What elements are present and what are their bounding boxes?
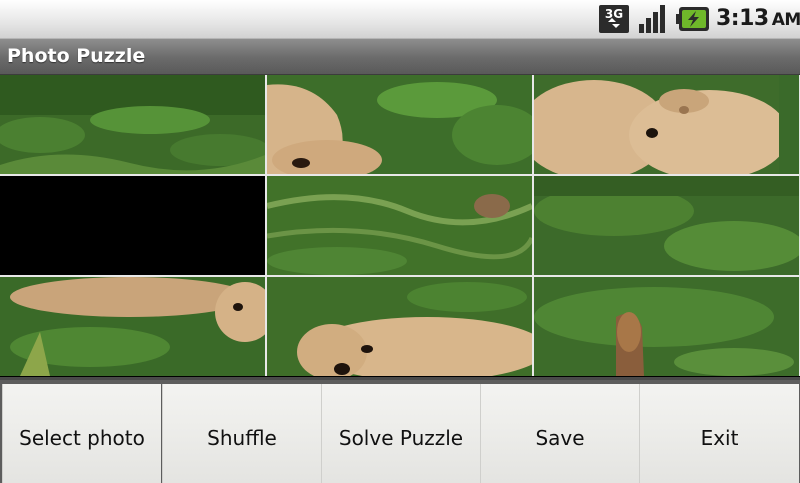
shuffle-button[interactable]: Shuffle <box>162 384 321 483</box>
puzzle-tile[interactable] <box>0 75 265 174</box>
status-bar: 3G 3:13 AM <box>0 0 800 39</box>
puzzle-tile[interactable] <box>0 277 265 376</box>
save-button[interactable]: Save <box>480 384 639 483</box>
select-photo-label: Select photo <box>19 425 145 450</box>
tile-image <box>534 176 799 275</box>
signal-strength-icon <box>639 5 665 33</box>
exit-label: Exit <box>700 425 739 450</box>
solve-puzzle-button[interactable]: Solve Puzzle <box>321 384 480 483</box>
clock-time: 3:13 <box>716 6 769 31</box>
svg-text:3G: 3G <box>605 7 623 21</box>
3g-data-icon: 3G <box>599 5 629 33</box>
puzzle-tile[interactable] <box>267 75 532 174</box>
tile-image <box>0 277 265 376</box>
battery-charging-icon <box>676 7 709 31</box>
puzzle-tile[interactable] <box>267 176 532 275</box>
app-title: Photo Puzzle <box>7 45 146 67</box>
tile-image <box>534 277 799 376</box>
tile-image <box>267 75 532 174</box>
puzzle-empty-slot[interactable] <box>0 176 265 275</box>
clock-ampm: AM <box>771 10 800 30</box>
puzzle-tile[interactable] <box>267 277 532 376</box>
tile-image <box>0 75 265 174</box>
tile-image <box>534 75 799 174</box>
save-label: Save <box>535 425 585 450</box>
app-title-bar: Photo Puzzle <box>0 39 800 75</box>
puzzle-board <box>0 75 800 376</box>
shuffle-label: Shuffle <box>207 425 277 450</box>
status-clock: 3:13 AM <box>716 5 800 33</box>
puzzle-tile[interactable] <box>534 75 799 174</box>
puzzle-tile[interactable] <box>534 277 799 376</box>
select-photo-button[interactable]: Select photo <box>2 384 161 483</box>
options-menu: Select photo Shuffle Solve Puzzle Save E… <box>0 377 800 483</box>
tile-image <box>267 176 532 275</box>
tile-image <box>267 277 532 376</box>
puzzle-tile[interactable] <box>534 176 799 275</box>
solve-puzzle-label: Solve Puzzle <box>338 425 464 450</box>
exit-button[interactable]: Exit <box>639 384 799 483</box>
